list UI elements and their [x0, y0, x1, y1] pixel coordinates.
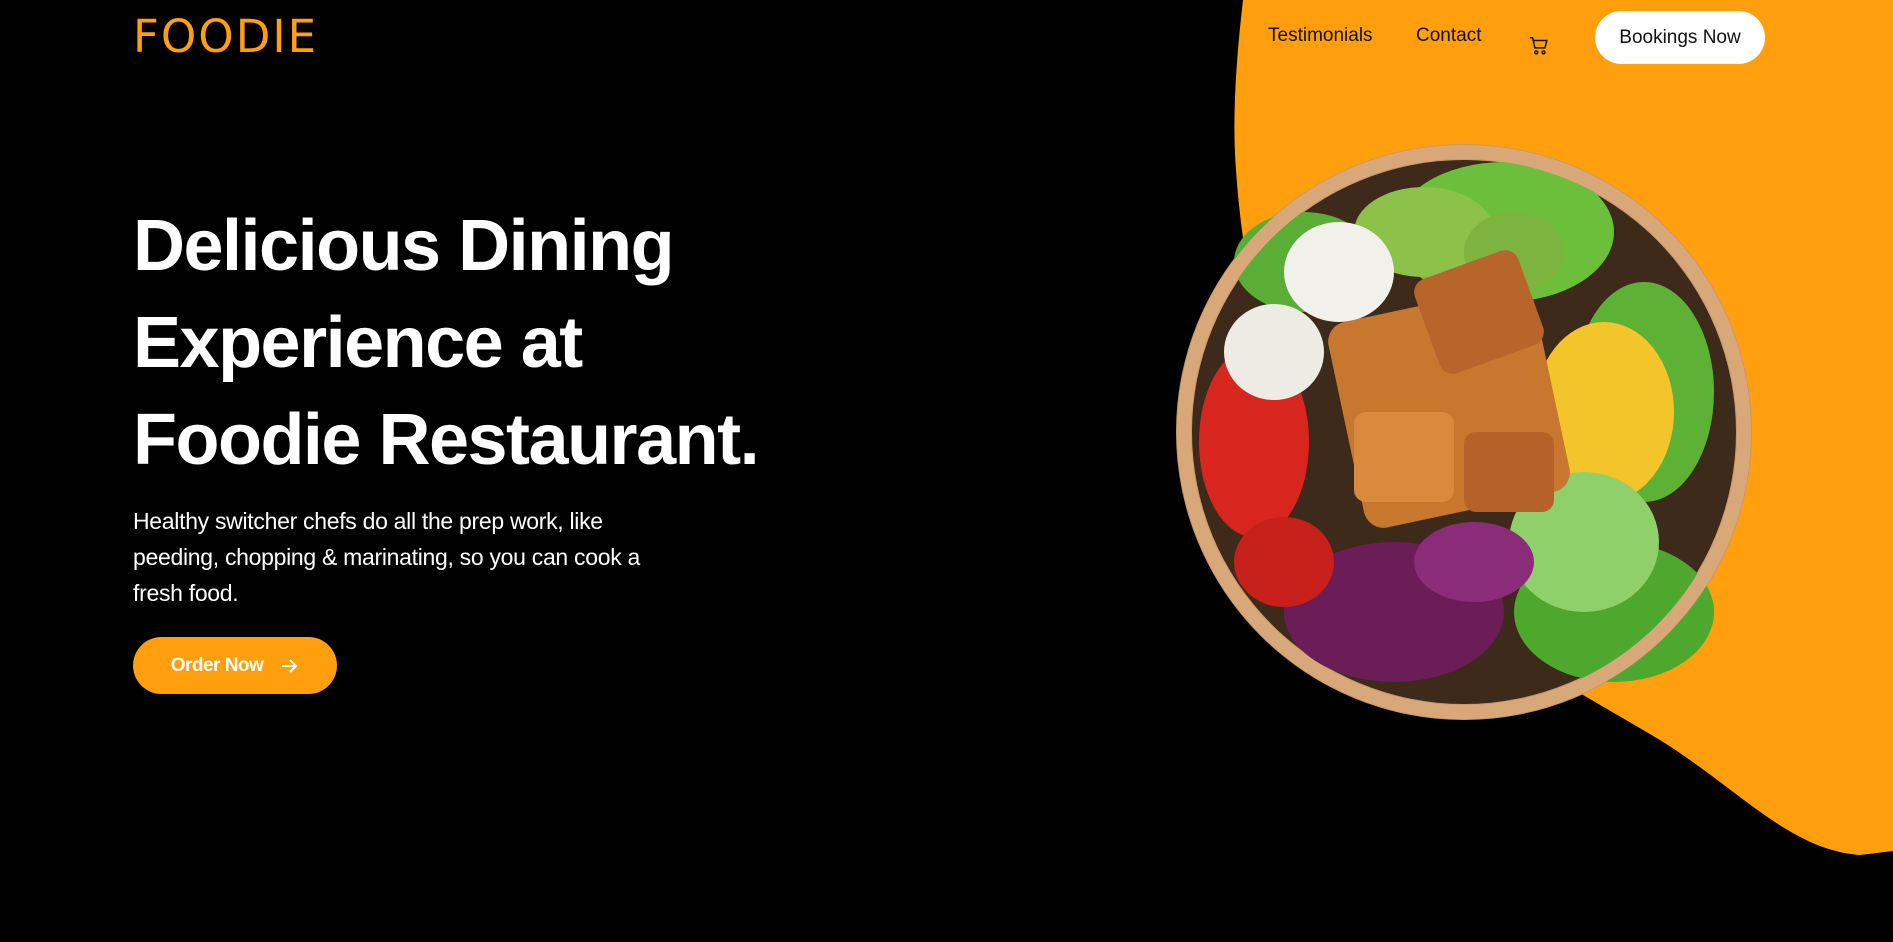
- nav-link-testimonials[interactable]: Testimonials: [1268, 25, 1373, 47]
- hero-title-line: Experience at: [133, 303, 583, 383]
- arrow-right-icon: [282, 658, 298, 673]
- hero-description: Healthy switcher chefs do all the prep w…: [133, 508, 640, 606]
- hero-title-line: Delicious Dining: [133, 206, 675, 286]
- nav-link-contact[interactable]: Contact: [1416, 25, 1481, 47]
- hero-title: Delicious Dining Experience at Foodie Re…: [133, 198, 833, 489]
- order-now-button[interactable]: Order Now: [133, 637, 337, 694]
- salad-bowl-image: [1176, 144, 1752, 720]
- bookings-now-button[interactable]: Bookings Now: [1595, 11, 1765, 64]
- order-now-label: Order Now: [170, 654, 264, 676]
- hero-title-line: Foodie Restaurant.: [133, 400, 760, 480]
- cart-icon[interactable]: [1528, 35, 1550, 57]
- top-nav: Testimonials Contact Bookings Now: [0, 11, 1893, 64]
